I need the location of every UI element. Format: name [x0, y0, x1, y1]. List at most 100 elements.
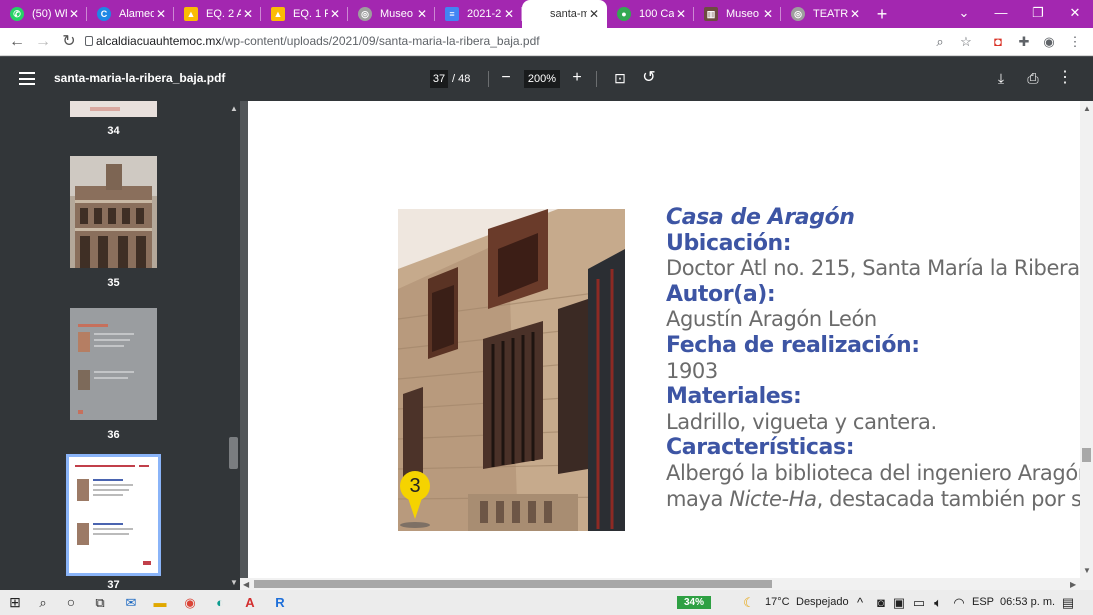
tab-whatsapp[interactable]: ✆ (50) Wh ✕ — [0, 0, 87, 28]
chrome-icon[interactable]: ◉ — [181, 594, 199, 611]
cpu-usage-badge: 34% — [677, 596, 711, 609]
tab-museo-1[interactable]: ◎ Museo d ✕ — [348, 0, 435, 28]
zoom-icon[interactable]: ⌕ — [931, 33, 949, 51]
tab-eq1[interactable]: ▲ EQ. 1 PL ✕ — [261, 0, 348, 28]
browser-icon: C — [97, 7, 111, 21]
scroll-down-arrow[interactable]: ▼ — [1083, 566, 1091, 575]
vertical-scroll-thumb[interactable] — [1082, 448, 1091, 462]
scroll-right-arrow[interactable]: ▶ — [1070, 580, 1076, 589]
new-tab-button[interactable]: + — [868, 0, 896, 28]
scroll-up-arrow[interactable]: ▲ — [230, 104, 238, 113]
download-icon[interactable]: ⤓ — [991, 68, 1011, 88]
caracteristicas-line-2-em: Nicte-Ha — [729, 486, 817, 511]
close-icon[interactable]: ✕ — [587, 7, 601, 21]
thumbnail-page-34[interactable] — [70, 101, 157, 117]
cortana-icon[interactable]: ○ — [62, 594, 80, 611]
weather-temp[interactable]: 17°C — [765, 596, 790, 608]
volume-icon[interactable]: 🔈︎ — [929, 594, 947, 611]
sidebar-scrollbar[interactable] — [228, 101, 240, 590]
pdf-viewer: 3 Casa de Aragón Ubicación: Doctor Atl n… — [240, 101, 1093, 578]
caracteristicas-line-2-post: , destacada también por su — [816, 486, 1093, 511]
close-icon[interactable]: ✕ — [848, 7, 862, 21]
wifi-icon[interactable]: ◠ — [950, 594, 968, 611]
tab-search-button[interactable]: ⌄ — [946, 0, 982, 28]
caracteristicas-line-2-pre: maya — [666, 486, 730, 511]
globe-icon: ◎ — [358, 7, 372, 21]
file-explorer-icon[interactable]: ▬ — [151, 594, 169, 611]
r-app-icon[interactable]: R — [271, 594, 289, 611]
url-field[interactable]: alcaldiacuauhtemoc.mx/wp-content/uploads… — [96, 34, 540, 48]
thumbnail-page-37[interactable] — [66, 454, 161, 576]
reload-button[interactable]: ↻ — [59, 32, 79, 52]
task-view-icon[interactable]: ⧉ — [91, 594, 109, 611]
zoom-out-icon[interactable]: − — [496, 68, 516, 88]
profile-icon[interactable]: ◉ — [1040, 33, 1058, 51]
close-icon[interactable]: ✕ — [328, 7, 342, 21]
rotate-icon[interactable]: ↺ — [639, 68, 659, 88]
close-icon[interactable]: ✕ — [154, 7, 168, 21]
tab-title: Museo d — [726, 8, 761, 20]
restore-button[interactable]: ❐ — [1020, 0, 1056, 28]
notifications-icon[interactable]: ▤ — [1059, 594, 1077, 611]
back-button[interactable]: ← — [7, 32, 27, 52]
tab-maps[interactable]: ● 100 Call ✕ — [607, 0, 694, 28]
scroll-down-arrow[interactable]: ▼ — [230, 578, 238, 587]
tab-eq2[interactable]: ▲ EQ. 2 Al ✕ — [174, 0, 261, 28]
minimize-button[interactable]: — — [983, 0, 1019, 28]
tab-title: santa-m — [550, 8, 587, 20]
tab-museo-2[interactable]: ▥ Museo d ✕ — [694, 0, 781, 28]
close-icon[interactable]: ✕ — [761, 7, 775, 21]
more-actions-icon[interactable]: ⋮ — [1055, 68, 1075, 88]
tab-alameda[interactable]: C Alamed ✕ — [87, 0, 174, 28]
battery-icon[interactable]: ▭ — [910, 594, 928, 611]
caracteristicas-line-1: Albergó la biblioteca del ingeniero Arag… — [666, 460, 1093, 485]
close-icon[interactable]: ✕ — [415, 7, 429, 21]
search-icon[interactable]: ⌕ — [34, 594, 52, 611]
forward-button[interactable]: → — [33, 32, 53, 52]
close-icon[interactable]: ✕ — [674, 7, 688, 21]
close-icon[interactable]: ✕ — [241, 7, 255, 21]
building-title: Casa de Aragón — [666, 205, 855, 230]
sidebar-scroll-thumb[interactable] — [229, 437, 238, 469]
sidebar-menu-icon[interactable] — [19, 72, 35, 85]
camera-icon[interactable]: ◙ — [872, 594, 890, 611]
zoom-level-input[interactable]: 200% — [524, 70, 560, 88]
extension-icon[interactable]: ◘ — [989, 33, 1007, 51]
ubicacion-label: Ubicación: — [666, 230, 792, 256]
tab-santa-maria-pdf[interactable]: santa-m ✕ — [522, 0, 607, 28]
page-number-input[interactable]: 37 — [430, 70, 448, 88]
pdf-toolbar: santa-maria-la-ribera_baja.pdf 37 / 48 −… — [0, 57, 1093, 101]
chevron-up-icon[interactable]: ^ — [851, 594, 869, 611]
close-icon[interactable]: ✕ — [67, 7, 81, 21]
docs-icon: ≡ — [445, 7, 459, 21]
close-window-button[interactable]: ✕ — [1057, 0, 1093, 28]
windows-start-icon[interactable]: ⊞ — [6, 594, 24, 611]
building-info: Casa de Aragón Ubicación: Doctor Atl no.… — [666, 205, 1093, 512]
extensions-puzzle-icon[interactable]: ✚ — [1015, 33, 1033, 51]
vertical-scrollbar[interactable] — [1080, 101, 1093, 578]
scroll-up-arrow[interactable]: ▲ — [1083, 104, 1091, 113]
close-icon[interactable]: ✕ — [502, 7, 516, 21]
edge-icon[interactable]: ◐ — [211, 594, 229, 611]
tab-teatro[interactable]: ◎ TEATRO ✕ — [781, 0, 868, 28]
browser-menu-icon[interactable]: ⋮ — [1066, 33, 1084, 51]
device-icon[interactable]: ▣ — [890, 594, 908, 611]
url-host: alcaldiacuauhtemoc.mx — [96, 34, 222, 48]
clock[interactable]: 06:53 p. m. — [1000, 596, 1055, 608]
toolbar-divider — [596, 71, 597, 87]
bookmark-star-icon[interactable]: ☆ — [957, 33, 975, 51]
acrobat-icon[interactable]: A — [241, 594, 259, 611]
weather-desc[interactable]: Despejado — [796, 596, 849, 608]
tab-title: Museo d — [380, 8, 415, 20]
mail-icon[interactable]: ✉ — [122, 594, 140, 611]
print-icon[interactable]: ⎙ — [1023, 68, 1043, 88]
zoom-in-icon[interactable]: + — [567, 68, 587, 88]
language-indicator[interactable]: ESP — [972, 596, 994, 608]
horizontal-scroll-thumb[interactable] — [254, 580, 772, 588]
tab-title: 2021-2 I — [467, 8, 502, 20]
thumbnail-page-35[interactable] — [70, 156, 157, 268]
tab-docs[interactable]: ≡ 2021-2 I ✕ — [435, 0, 522, 28]
thumbnail-page-36[interactable] — [70, 308, 157, 420]
scroll-left-arrow[interactable]: ◀ — [243, 580, 249, 589]
fit-page-icon[interactable]: ⊡ — [610, 68, 630, 88]
